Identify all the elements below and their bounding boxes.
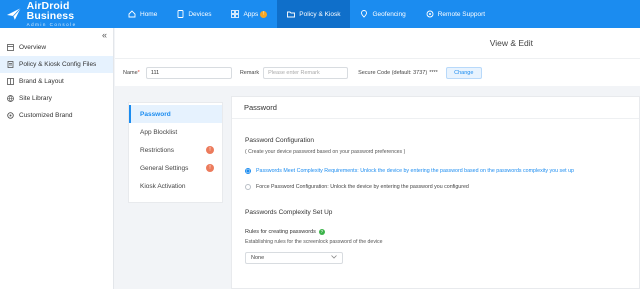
gear-icon — [6, 112, 15, 119]
sidebar-item-label: Overview — [19, 44, 47, 51]
radio-selected-icon — [245, 168, 251, 174]
option-force-radio[interactable]: Force Password Configuration: Unlock the… — [245, 184, 469, 190]
menu-item-kiosk-activation[interactable]: Kiosk Activation — [129, 177, 222, 195]
rules-label: Rules for creating passwords ? — [245, 229, 325, 235]
config-info-row: Name* Remark Secure Code (default: 3737)… — [115, 58, 640, 86]
name-input[interactable] — [145, 66, 232, 79]
brand[interactable]: AirDroid Business Admin Console — [0, 0, 118, 28]
brand-icon — [6, 78, 15, 85]
brand-subtitle: Admin Console — [26, 21, 77, 27]
menu-item-label: Password — [140, 110, 171, 118]
remark-input[interactable] — [263, 66, 349, 79]
overview-icon — [6, 44, 15, 51]
page-title: View & Edit — [489, 38, 533, 48]
brand-name: AirDroid Business — [26, 0, 75, 23]
menu-item-app-blocklist[interactable]: App Blocklist — [129, 123, 222, 141]
menu-item-general-settings[interactable]: General Settings ! — [129, 159, 222, 177]
option-complexity-label: Passwords Meet Complexity Requirements: … — [256, 168, 574, 174]
collapse-sidebar-icon[interactable]: « — [102, 30, 107, 40]
sidebar-item-config-files[interactable]: Policy & Kiosk Config Files — [0, 56, 113, 73]
option-force-label: Force Password Configuration: Unlock the… — [256, 184, 469, 190]
password-config-note: ( Create your device password based on y… — [245, 149, 406, 155]
restrictions-alert-badge: ! — [206, 146, 214, 154]
nav-geofencing[interactable]: Geofencing — [350, 0, 415, 28]
nav-apps-label: Apps — [243, 10, 259, 18]
menu-item-restrictions[interactable]: Restrictions ! — [129, 141, 222, 159]
select-value: None — [251, 255, 265, 261]
secure-code-value: **** — [429, 69, 438, 76]
sidebar-item-brand-layout[interactable]: Brand & Layout — [0, 73, 113, 90]
main-nav: Home Devices Apps ! Policy & Kiosk Geofe… — [118, 0, 495, 28]
menu-item-password[interactable]: Password — [129, 105, 222, 123]
sidebar-item-label: Site Library — [19, 95, 52, 102]
sidebar-item-site-library[interactable]: Site Library — [0, 90, 113, 107]
folder-icon — [287, 10, 296, 18]
sidebar-item-customized-brand[interactable]: Customized Brand — [0, 107, 113, 124]
option-complexity-radio[interactable]: Passwords Meet Complexity Requirements: … — [245, 168, 574, 174]
password-panel: Password Password Configuration ( Create… — [231, 96, 640, 289]
radio-unselected-icon — [245, 184, 251, 190]
globe-icon — [6, 95, 15, 102]
nav-remote-support-label: Remote Support — [437, 10, 486, 18]
name-label: Name* — [123, 69, 140, 76]
sidebar-item-label: Customized Brand — [19, 112, 73, 119]
chevron-down-icon — [331, 255, 337, 261]
home-icon — [128, 10, 136, 18]
page-header: View & Edit — [115, 28, 640, 58]
config-file-icon — [6, 61, 15, 68]
nav-devices-label: Devices — [188, 10, 212, 18]
required-mark: * — [137, 69, 140, 76]
help-icon[interactable]: ? — [318, 229, 325, 235]
menu-item-label: Restrictions — [140, 146, 174, 154]
complexity-setup-title: Passwords Complexity Set Up — [245, 209, 333, 216]
nav-remote-support[interactable]: Remote Support — [416, 0, 495, 28]
nav-home[interactable]: Home — [118, 0, 167, 28]
sidebar-item-overview[interactable]: Overview — [0, 39, 113, 56]
apps-icon — [231, 10, 240, 18]
sidebar-item-label: Policy & Kiosk Config Files — [19, 61, 97, 68]
apps-alert-badge: ! — [260, 10, 268, 18]
nav-policy-kiosk-label: Policy & Kiosk — [299, 10, 341, 18]
device-icon — [177, 10, 184, 18]
remark-label: Remark — [239, 69, 260, 76]
remote-icon — [426, 10, 434, 18]
nav-policy-kiosk[interactable]: Policy & Kiosk — [277, 0, 351, 28]
rules-note: Establishing rules for the screenlock pa… — [245, 239, 383, 245]
top-nav-bar: AirDroid Business Admin Console Home Dev… — [0, 0, 640, 28]
menu-item-label: App Blocklist — [140, 128, 178, 136]
general-settings-alert-badge: ! — [206, 164, 214, 172]
nav-geofencing-label: Geofencing — [372, 10, 406, 18]
sidebar-item-label: Brand & Layout — [19, 78, 64, 85]
nav-home-label: Home — [140, 10, 158, 18]
menu-item-label: General Settings — [140, 164, 189, 172]
secure-code-label: Secure Code (default: 3737) — [358, 69, 428, 76]
password-config-title: Password Configuration — [245, 137, 315, 144]
panel-title: Password — [232, 97, 639, 119]
geofence-icon — [360, 10, 368, 18]
nav-devices[interactable]: Devices — [167, 0, 221, 28]
main-content: View & Edit Name* Remark Secure Code (de… — [115, 28, 640, 289]
airdroid-logo-icon — [6, 7, 21, 20]
menu-item-label: Kiosk Activation — [140, 182, 186, 190]
password-rule-select[interactable]: None — [245, 252, 343, 264]
change-code-button[interactable]: Change — [445, 66, 482, 79]
sidebar: « Overview Policy & Kiosk Config Files B… — [0, 28, 114, 289]
policy-menu: Password App Blocklist Restrictions ! Ge… — [128, 102, 223, 203]
nav-apps[interactable]: Apps ! — [221, 0, 277, 28]
